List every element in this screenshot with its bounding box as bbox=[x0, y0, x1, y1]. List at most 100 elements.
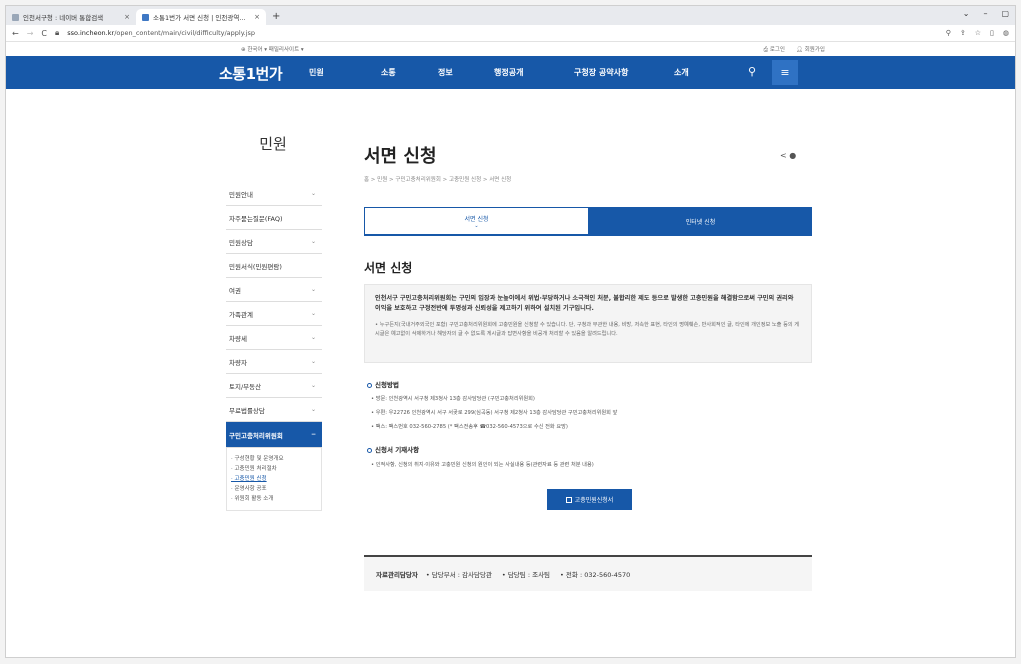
sidebar-item-label: 여권 bbox=[229, 286, 241, 295]
reload-icon[interactable]: C bbox=[41, 29, 47, 38]
sidebar-subitem[interactable]: · 운영사항 공포 bbox=[231, 484, 317, 494]
language-select[interactable]: ⊕ 한국어 ▾ 패밀리사이트 ▾ bbox=[241, 45, 304, 53]
login-link[interactable]: ⎙ 로그인 bbox=[764, 45, 785, 54]
sidebar-item[interactable]: 토지/부동산 ⌄ bbox=[226, 374, 322, 398]
address-bar: ← → C 🔒︎ sso.incheon.kr/open_content/mai… bbox=[6, 25, 1015, 42]
sidebar-item-label: 차량자 bbox=[229, 358, 247, 367]
close-tab-icon[interactable]: × bbox=[124, 13, 130, 21]
chevron-down-icon: ⌄ bbox=[310, 238, 316, 245]
method-line: • 우편: 우22726 인천광역시 서구 서곶로 299(심곡동) 서구청 제… bbox=[371, 410, 618, 416]
method-line: • 팩스: 팩스번호 032-560-2785 (* 팩스전송후 ☎032-56… bbox=[371, 424, 568, 430]
share-page-icon[interactable]: ⇪ bbox=[960, 29, 966, 37]
chevron-down-icon: ⌄ bbox=[310, 310, 316, 317]
sidebar-item[interactable]: 차량세 ⌄ bbox=[226, 326, 322, 350]
sidebar-item[interactable]: 민원안내 ⌄ bbox=[226, 182, 322, 206]
sidebar-title: 민원 bbox=[259, 135, 287, 153]
info-note: • 누구든지(국내거주외국인 포함) 구민고충처리위원회에 고충민원을 신청할 … bbox=[375, 322, 800, 337]
chevron-down-icon: ⌄ bbox=[310, 286, 316, 293]
lock-icon: 🔒︎ bbox=[55, 28, 60, 37]
chevron-down-icon: ⌄ bbox=[474, 222, 479, 229]
url-host: sso.incheon.kr bbox=[67, 29, 115, 37]
breadcrumb: 홈 > 민원 > 구민고충처리위원회 > 고충민원 신청 > 서면 신청 bbox=[364, 177, 512, 183]
download-form-button[interactable]: 고충민원신청서 bbox=[547, 489, 632, 510]
manager-phone: • 전화 : 032-560-4570 bbox=[560, 571, 631, 579]
sidebar-item-label: 구민고충처리위원회 bbox=[229, 431, 283, 440]
gnb-item-about[interactable]: 소개 bbox=[674, 56, 689, 89]
sidebar-subitem[interactable]: · 고충민원 신청 bbox=[231, 474, 317, 484]
section-title: 서면 신청 bbox=[364, 261, 413, 275]
page-title: 서면 신청 bbox=[364, 146, 437, 167]
new-tab-button[interactable]: + bbox=[266, 9, 286, 25]
gnb-item-info[interactable]: 정보 bbox=[438, 56, 453, 89]
info-lead: 인천서구 구민고충처리위원회는 구민의 입장과 눈높이에서 위법·부당하거나 소… bbox=[375, 295, 794, 312]
sidebar-subitem[interactable]: · 고충민원 처리절차 bbox=[231, 464, 317, 474]
manager-info: 자료관리담당자 • 담당부서 : 감사담당관 • 담당팀 : 조사팀 • 전화 … bbox=[364, 555, 812, 591]
bullet-icon bbox=[367, 382, 372, 388]
sidebar-submenu: · 구성현황 및 운영개요 · 고충민원 처리절차 · 고충민원 신청 · 운영사항 … bbox=[226, 448, 322, 511]
search-icon[interactable]: ⚲ bbox=[748, 65, 756, 78]
tab-label: 인천서구청 : 네이버 통합검색 bbox=[23, 14, 104, 22]
tab-label: 소통1번가 서면 신청 | 인천광역... bbox=[153, 14, 246, 22]
gnb-item-communication[interactable]: 소통 bbox=[381, 56, 396, 89]
zoom-icon[interactable]: ⚲ bbox=[946, 29, 951, 37]
sidebar-item[interactable]: 여권 ⌄ bbox=[226, 278, 322, 302]
utility-bar: ⊕ 한국어 ▾ 패밀리사이트 ▾ ⎙ 로그인 👤︎ 회원가입 bbox=[6, 42, 1015, 56]
gnb-item-disclosure[interactable]: 행정공개 bbox=[494, 56, 523, 89]
sidebar-subitem[interactable]: · 구성현황 및 운영개요 bbox=[231, 454, 317, 464]
sidebar-item-label: 민원상담 bbox=[229, 238, 253, 247]
chevron-down-icon: ⌄ bbox=[310, 406, 316, 413]
sidebar-item[interactable]: 차량자 ⌄ bbox=[226, 350, 322, 374]
apply-tabs: 서면 신청 ⌄ 인터넷 신청 bbox=[364, 207, 812, 236]
gnb-item-pledges[interactable]: 구청장 공약사항 bbox=[574, 56, 628, 89]
manager-label: 자료관리담당자 bbox=[376, 571, 418, 579]
forward-icon[interactable]: → bbox=[27, 29, 34, 38]
method-heading: 신청방법 bbox=[367, 379, 399, 389]
chevron-down-icon: ⌄ bbox=[310, 382, 316, 389]
back-icon[interactable]: ← bbox=[12, 29, 19, 38]
sidebar-item[interactable]: 가족관계 ⌄ bbox=[226, 302, 322, 326]
sidebar-item-label: 자주묻는질문(FAQ) bbox=[229, 214, 283, 223]
join-label: 회원가입 bbox=[804, 47, 825, 53]
minimize-icon[interactable]: – bbox=[983, 9, 987, 18]
sidebar-item[interactable]: 자주묻는질문(FAQ) bbox=[226, 206, 322, 230]
sidebar-item-label: 무료법률상담 bbox=[229, 406, 265, 415]
method-heading-text: 신청방법 bbox=[375, 381, 399, 389]
global-nav: 소통1번가 민원 소통 정보 행정공개 구청장 공약사항 소개 ⚲ ≡ bbox=[6, 56, 1015, 89]
tab-internet-apply[interactable]: 인터넷 신청 bbox=[589, 207, 812, 236]
bullet-icon bbox=[367, 447, 372, 453]
sidebar-item[interactable]: 민원상담 ⌄ bbox=[226, 230, 322, 254]
gnb-item-civil[interactable]: 민원 bbox=[309, 56, 324, 89]
url-field[interactable]: sso.incheon.kr/open_content/main/civil/d… bbox=[67, 29, 255, 37]
logo-text: 소통1번가 bbox=[219, 65, 283, 83]
browser-window: 인천서구청 : 네이버 통합검색 × 소통1번가 서면 신청 | 인천광역...… bbox=[5, 5, 1016, 658]
tab-written-apply[interactable]: 서면 신청 ⌄ bbox=[364, 207, 589, 236]
join-link[interactable]: 👤︎ 회원가입 bbox=[796, 45, 825, 53]
chevron-down-icon: ⌄ bbox=[310, 190, 316, 197]
toolbar-icons: ⚲ ⇪ ☆ ▯ ◍ bbox=[946, 29, 1009, 37]
sidebar-item[interactable]: 무료법률상담 ⌄ bbox=[226, 398, 322, 422]
maximize-icon[interactable]: ▢ bbox=[1001, 9, 1009, 18]
profile-icon[interactable]: ◍ bbox=[1003, 29, 1009, 37]
sidepanel-icon[interactable]: ▯ bbox=[990, 29, 994, 37]
site-logo[interactable]: 소통1번가 bbox=[219, 63, 283, 84]
menu-icon[interactable]: ≡ bbox=[772, 60, 798, 85]
sidebar-subitem[interactable]: · 위원회 활동 소개 bbox=[231, 494, 317, 504]
share-icons[interactable]: < ● bbox=[780, 151, 796, 160]
form-line: • 인적사항, 신청의 취지·이유와 고충민원 신청의 원인이 되는 사실내용 … bbox=[371, 462, 594, 468]
document-icon bbox=[565, 496, 572, 503]
tab-search-icon[interactable]: ⌄ bbox=[963, 9, 970, 18]
browser-tab[interactable]: 인천서구청 : 네이버 통합검색 × bbox=[6, 9, 136, 25]
tab-bar: 인천서구청 : 네이버 통합검색 × 소통1번가 서면 신청 | 인천광역...… bbox=[6, 6, 1015, 25]
sidebar-item-label: 차량세 bbox=[229, 334, 247, 343]
window-controls: ⌄ – ▢ bbox=[963, 9, 1009, 18]
sidebar-item[interactable]: 구민고충처리위원회 − bbox=[226, 422, 322, 448]
favicon-icon bbox=[142, 13, 149, 21]
sidebar-item-label: 민원서식(민원편람) bbox=[229, 262, 282, 271]
favicon-icon bbox=[12, 13, 19, 21]
browser-tab-active[interactable]: 소통1번가 서면 신청 | 인천광역... × bbox=[136, 9, 266, 25]
minus-icon: − bbox=[310, 431, 316, 438]
bookmark-icon[interactable]: ☆ bbox=[975, 29, 981, 37]
form-heading-text: 신청서 기재사항 bbox=[375, 446, 420, 454]
sidebar-item[interactable]: 민원서식(민원편람) bbox=[226, 254, 322, 278]
close-tab-icon[interactable]: × bbox=[254, 13, 260, 21]
